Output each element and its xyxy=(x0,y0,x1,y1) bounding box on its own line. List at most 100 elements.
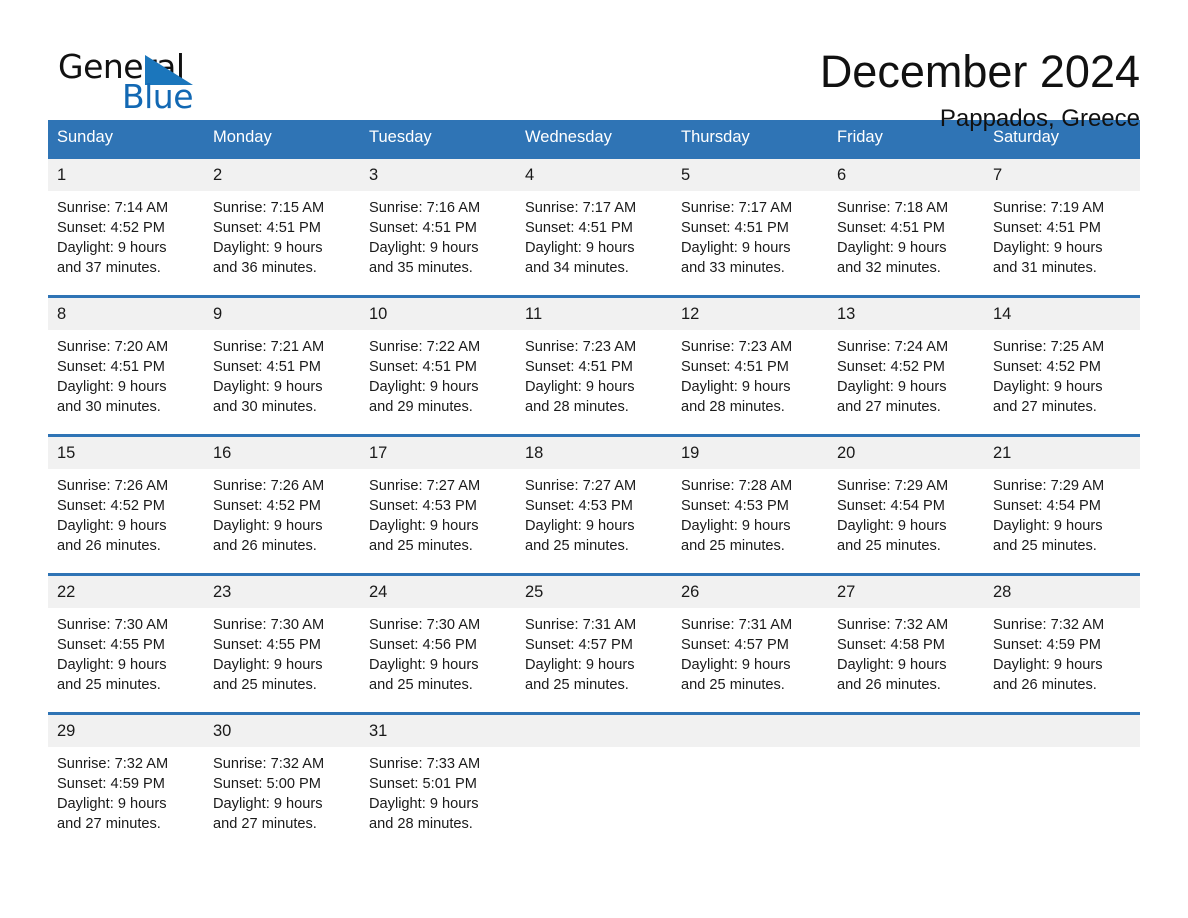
day-cell[interactable]: 4 Sunrise: 7:17 AM Sunset: 4:51 PM Dayli… xyxy=(516,156,672,297)
day-number xyxy=(672,715,828,747)
sunset-text: Sunset: 4:52 PM xyxy=(837,359,945,375)
day-cell-empty xyxy=(672,712,828,851)
daylight-text-line1: Daylight: 9 hours xyxy=(213,518,323,534)
day-number: 21 xyxy=(984,437,1140,469)
day-cell[interactable]: 10 Sunrise: 7:22 AM Sunset: 4:51 PM Dayl… xyxy=(360,295,516,436)
daylight-text-line2: and 34 minutes. xyxy=(525,260,629,276)
sunset-text: Sunset: 4:51 PM xyxy=(837,220,945,236)
page-title: December 2024 xyxy=(819,46,1140,97)
daylight-text-line2: and 32 minutes. xyxy=(837,260,941,276)
day-cell[interactable]: 17 Sunrise: 7:27 AM Sunset: 4:53 PM Dayl… xyxy=(360,434,516,575)
day-details: Sunrise: 7:16 AM Sunset: 4:51 PM Dayligh… xyxy=(360,191,516,295)
daylight-text-line1: Daylight: 9 hours xyxy=(681,657,791,673)
day-cell[interactable]: 2 Sunrise: 7:15 AM Sunset: 4:51 PM Dayli… xyxy=(204,156,360,297)
day-details xyxy=(516,747,672,851)
sunrise-text: Sunrise: 7:32 AM xyxy=(837,617,949,633)
day-details: Sunrise: 7:29 AM Sunset: 4:54 PM Dayligh… xyxy=(984,469,1140,573)
daylight-text-line1: Daylight: 9 hours xyxy=(681,379,791,395)
day-details xyxy=(672,747,828,851)
week-row: 22 Sunrise: 7:30 AM Sunset: 4:55 PM Dayl… xyxy=(48,573,1140,714)
sunset-text: Sunset: 4:55 PM xyxy=(57,637,165,653)
daylight-text-line2: and 25 minutes. xyxy=(837,538,941,554)
daylight-text-line2: and 29 minutes. xyxy=(369,399,473,415)
daylight-text-line1: Daylight: 9 hours xyxy=(57,657,167,673)
day-cell[interactable]: 12 Sunrise: 7:23 AM Sunset: 4:51 PM Dayl… xyxy=(672,295,828,436)
day-cell[interactable]: 27 Sunrise: 7:32 AM Sunset: 4:58 PM Dayl… xyxy=(828,573,984,714)
sunrise-text: Sunrise: 7:20 AM xyxy=(57,339,169,355)
day-cell[interactable]: 29 Sunrise: 7:32 AM Sunset: 4:59 PM Dayl… xyxy=(48,712,204,851)
day-number: 13 xyxy=(828,298,984,330)
day-number: 22 xyxy=(48,576,204,608)
daylight-text-line2: and 35 minutes. xyxy=(369,260,473,276)
sunrise-text: Sunrise: 7:23 AM xyxy=(525,339,637,355)
day-cell[interactable]: 24 Sunrise: 7:30 AM Sunset: 4:56 PM Dayl… xyxy=(360,573,516,714)
sunrise-text: Sunrise: 7:30 AM xyxy=(57,617,169,633)
day-cell[interactable]: 5 Sunrise: 7:17 AM Sunset: 4:51 PM Dayli… xyxy=(672,156,828,297)
daylight-text-line2: and 37 minutes. xyxy=(57,260,161,276)
day-cell[interactable]: 1 Sunrise: 7:14 AM Sunset: 4:52 PM Dayli… xyxy=(48,156,204,297)
day-cell[interactable]: 7 Sunrise: 7:19 AM Sunset: 4:51 PM Dayli… xyxy=(984,156,1140,297)
day-cell[interactable]: 25 Sunrise: 7:31 AM Sunset: 4:57 PM Dayl… xyxy=(516,573,672,714)
daylight-text-line1: Daylight: 9 hours xyxy=(993,657,1103,673)
weekday-header-thursday: Thursday xyxy=(672,120,828,158)
daylight-text-line1: Daylight: 9 hours xyxy=(57,240,167,256)
daylight-text-line2: and 27 minutes. xyxy=(57,816,161,832)
daylight-text-line1: Daylight: 9 hours xyxy=(57,379,167,395)
daylight-text-line2: and 26 minutes. xyxy=(57,538,161,554)
day-cell[interactable]: 9 Sunrise: 7:21 AM Sunset: 4:51 PM Dayli… xyxy=(204,295,360,436)
sunrise-text: Sunrise: 7:23 AM xyxy=(681,339,793,355)
day-cell[interactable]: 6 Sunrise: 7:18 AM Sunset: 4:51 PM Dayli… xyxy=(828,156,984,297)
day-details: Sunrise: 7:19 AM Sunset: 4:51 PM Dayligh… xyxy=(984,191,1140,295)
sunset-text: Sunset: 4:51 PM xyxy=(213,220,321,236)
sunrise-text: Sunrise: 7:27 AM xyxy=(525,478,637,494)
daylight-text-line1: Daylight: 9 hours xyxy=(525,379,635,395)
day-details: Sunrise: 7:32 AM Sunset: 4:59 PM Dayligh… xyxy=(48,747,204,851)
day-cell[interactable]: 18 Sunrise: 7:27 AM Sunset: 4:53 PM Dayl… xyxy=(516,434,672,575)
daylight-text-line1: Daylight: 9 hours xyxy=(525,240,635,256)
day-cell[interactable]: 22 Sunrise: 7:30 AM Sunset: 4:55 PM Dayl… xyxy=(48,573,204,714)
day-cell[interactable]: 13 Sunrise: 7:24 AM Sunset: 4:52 PM Dayl… xyxy=(828,295,984,436)
daylight-text-line2: and 25 minutes. xyxy=(213,677,317,693)
sunset-text: Sunset: 4:53 PM xyxy=(369,498,477,514)
day-cell[interactable]: 11 Sunrise: 7:23 AM Sunset: 4:51 PM Dayl… xyxy=(516,295,672,436)
day-details: Sunrise: 7:26 AM Sunset: 4:52 PM Dayligh… xyxy=(204,469,360,573)
day-cell[interactable]: 23 Sunrise: 7:30 AM Sunset: 4:55 PM Dayl… xyxy=(204,573,360,714)
day-cell[interactable]: 19 Sunrise: 7:28 AM Sunset: 4:53 PM Dayl… xyxy=(672,434,828,575)
day-cell[interactable]: 31 Sunrise: 7:33 AM Sunset: 5:01 PM Dayl… xyxy=(360,712,516,851)
daylight-text-line1: Daylight: 9 hours xyxy=(681,240,791,256)
day-cell[interactable]: 15 Sunrise: 7:26 AM Sunset: 4:52 PM Dayl… xyxy=(48,434,204,575)
day-number: 4 xyxy=(516,159,672,191)
sunrise-text: Sunrise: 7:24 AM xyxy=(837,339,949,355)
sunrise-text: Sunrise: 7:14 AM xyxy=(57,200,169,216)
day-cell-empty xyxy=(984,712,1140,851)
daylight-text-line1: Daylight: 9 hours xyxy=(837,379,947,395)
day-cell[interactable]: 3 Sunrise: 7:16 AM Sunset: 4:51 PM Dayli… xyxy=(360,156,516,297)
day-cell[interactable]: 28 Sunrise: 7:32 AM Sunset: 4:59 PM Dayl… xyxy=(984,573,1140,714)
day-cell[interactable]: 16 Sunrise: 7:26 AM Sunset: 4:52 PM Dayl… xyxy=(204,434,360,575)
daylight-text-line1: Daylight: 9 hours xyxy=(369,657,479,673)
day-details: Sunrise: 7:14 AM Sunset: 4:52 PM Dayligh… xyxy=(48,191,204,295)
day-details: Sunrise: 7:17 AM Sunset: 4:51 PM Dayligh… xyxy=(672,191,828,295)
day-number: 15 xyxy=(48,437,204,469)
sunset-text: Sunset: 4:51 PM xyxy=(681,220,789,236)
day-details: Sunrise: 7:31 AM Sunset: 4:57 PM Dayligh… xyxy=(672,608,828,712)
sunrise-text: Sunrise: 7:15 AM xyxy=(213,200,325,216)
sunrise-text: Sunrise: 7:18 AM xyxy=(837,200,949,216)
day-cell[interactable]: 20 Sunrise: 7:29 AM Sunset: 4:54 PM Dayl… xyxy=(828,434,984,575)
day-cell[interactable]: 30 Sunrise: 7:32 AM Sunset: 5:00 PM Dayl… xyxy=(204,712,360,851)
day-cell[interactable]: 21 Sunrise: 7:29 AM Sunset: 4:54 PM Dayl… xyxy=(984,434,1140,575)
day-cell[interactable]: 8 Sunrise: 7:20 AM Sunset: 4:51 PM Dayli… xyxy=(48,295,204,436)
day-cell[interactable]: 26 Sunrise: 7:31 AM Sunset: 4:57 PM Dayl… xyxy=(672,573,828,714)
day-cell[interactable]: 14 Sunrise: 7:25 AM Sunset: 4:52 PM Dayl… xyxy=(984,295,1140,436)
daylight-text-line1: Daylight: 9 hours xyxy=(213,796,323,812)
daylight-text-line1: Daylight: 9 hours xyxy=(681,518,791,534)
weekday-header-wednesday: Wednesday xyxy=(516,120,672,158)
day-details: Sunrise: 7:28 AM Sunset: 4:53 PM Dayligh… xyxy=(672,469,828,573)
day-details: Sunrise: 7:18 AM Sunset: 4:51 PM Dayligh… xyxy=(828,191,984,295)
daylight-text-line1: Daylight: 9 hours xyxy=(213,240,323,256)
daylight-text-line2: and 25 minutes. xyxy=(525,677,629,693)
daylight-text-line2: and 26 minutes. xyxy=(213,538,317,554)
sunrise-text: Sunrise: 7:25 AM xyxy=(993,339,1105,355)
daylight-text-line1: Daylight: 9 hours xyxy=(213,379,323,395)
sunset-text: Sunset: 4:53 PM xyxy=(681,498,789,514)
